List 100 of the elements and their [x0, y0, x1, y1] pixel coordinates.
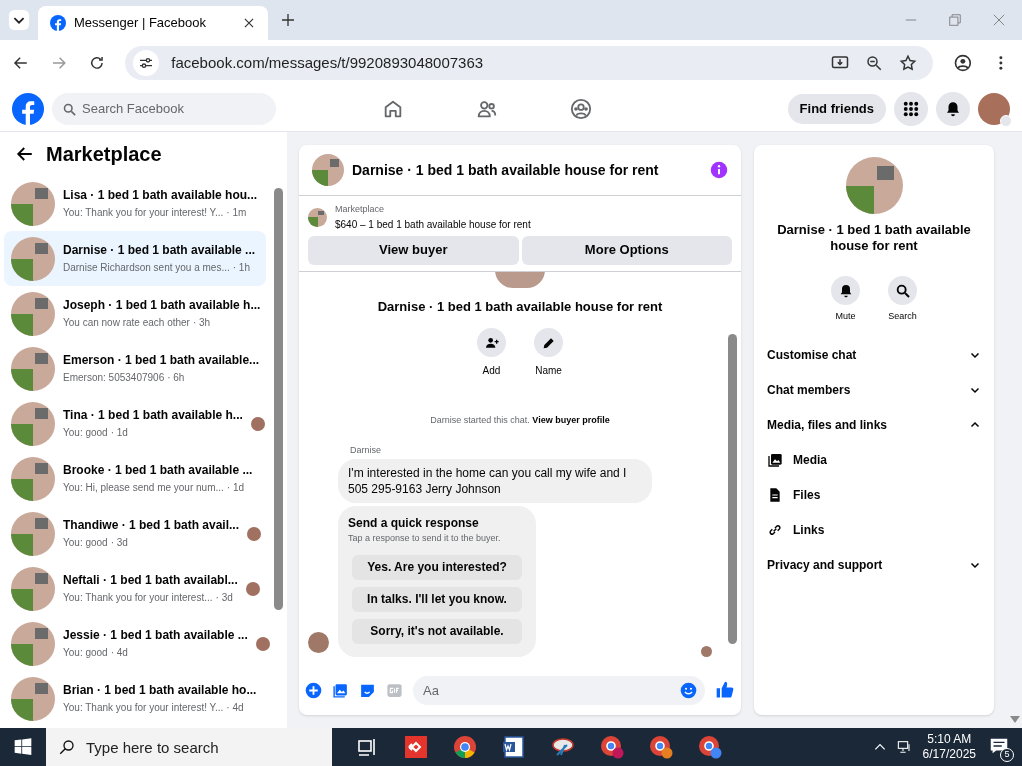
house-photo — [11, 621, 55, 666]
conversation-item[interactable]: Thandiwe · 1 bed 1 bath avail... You: good · 3d — [4, 506, 266, 561]
sidebar-title: Marketplace — [46, 142, 162, 167]
section-item[interactable]: Files — [767, 477, 981, 513]
conversation-item[interactable]: Darnise · 1 bed 1 bath available ... Darnise Richardson sent you a mes... · 1h — [4, 231, 266, 286]
groups-icon[interactable] — [569, 97, 592, 120]
section-header[interactable]: Privacy and support — [767, 547, 981, 583]
back-icon[interactable] — [12, 54, 30, 72]
new-tab-icon[interactable] — [280, 12, 296, 28]
photo-icon[interactable] — [332, 681, 349, 699]
listing-label: Marketplace — [335, 203, 386, 216]
message-time: · 3h — [192, 316, 211, 330]
conversation-item[interactable]: Neftali · 1 bed 1 bath availabl... You: Thank you for your interest... · 3d — [4, 561, 266, 616]
windows-start-icon[interactable] — [13, 737, 33, 757]
info-icon[interactable] — [710, 161, 728, 179]
conversation-item[interactable]: Emerson · 1 bed 1 bath available... Emerson: 5053407906 · 6h — [4, 341, 266, 396]
house-photo — [11, 676, 55, 721]
action-label: Name — [535, 364, 562, 378]
taskbar-search-field[interactable]: Type here to search — [46, 728, 332, 766]
quick-response-button[interactable]: In talks. I'll let you know. — [352, 586, 522, 612]
chat-scrollbar[interactable] — [728, 333, 737, 644]
find-friends-button[interactable]: Find friends — [787, 93, 886, 124]
message-time: · 3d — [110, 536, 128, 550]
chrome-profile-icon[interactable] — [599, 735, 624, 759]
message-preview: You: Thank you for your interest! Y... — [63, 701, 224, 715]
message-time: · 4d — [226, 701, 244, 715]
listing-photo — [308, 207, 327, 227]
conversation-item[interactable]: Joseph · 1 bed 1 bath available h... You can now rate each other · 3h — [4, 286, 266, 341]
scroll-down-icon[interactable] — [1010, 716, 1020, 724]
action-button[interactable]: View buyer — [308, 235, 519, 265]
chrome-profile-icon[interactable] — [697, 735, 722, 759]
address-bar[interactable]: facebook.com/messages/t/9920893048007363 — [125, 46, 933, 80]
conversation-item[interactable]: Jessie · 1 bed 1 bath available ... You: good · 4d — [4, 616, 266, 671]
seen-avatar — [701, 646, 712, 657]
quick-response-button[interactable]: Sorry, it's not available. — [352, 618, 522, 644]
section-header[interactable]: Chat members — [767, 372, 981, 408]
edit-name-button[interactable] — [534, 328, 563, 357]
message-preview: You: good — [63, 536, 108, 550]
network-icon[interactable] — [896, 739, 913, 755]
search-icon — [62, 101, 77, 117]
facebook-logo-icon[interactable] — [12, 92, 44, 125]
search-field[interactable]: Search Facebook — [52, 92, 276, 125]
conversation-item[interactable]: Tina · 1 bed 1 bath available h... You: good · 1d — [4, 396, 266, 451]
search-button[interactable] — [888, 276, 917, 305]
section-header[interactable]: Customise chat — [767, 337, 981, 373]
conversation-name: Brian · 1 bed 1 bath available ho... — [63, 682, 258, 698]
message-time: · 6h — [167, 371, 185, 385]
conversation-name: Thandiwe · 1 bed 1 bath avail... — [63, 517, 240, 533]
message-preview: You can now rate each other — [63, 316, 190, 330]
plus-circle-icon[interactable] — [305, 681, 322, 699]
menu-grid-icon[interactable] — [894, 91, 928, 126]
section-header[interactable]: Media, files and links — [767, 407, 981, 443]
house-photo — [11, 291, 55, 336]
section-item[interactable]: Media — [767, 442, 981, 478]
conversation-item[interactable]: Brooke · 1 bed 1 bath available ... You: Hi, please send me your num... · 1d — [4, 451, 266, 506]
conversation-name: Joseph · 1 bed 1 bath available h... — [63, 297, 261, 313]
search-icon — [894, 282, 911, 299]
message-time: · 4d — [110, 646, 128, 660]
account-avatar[interactable] — [978, 92, 1010, 125]
conversation-name: Lisa · 1 bed 1 bath available hou... — [63, 187, 259, 203]
profile-photo — [845, 157, 903, 214]
emoji-icon[interactable] — [680, 681, 697, 699]
profile-icon[interactable] — [952, 53, 973, 73]
conversation-name: Brooke · 1 bed 1 bath available ... — [63, 462, 254, 478]
add-person-button[interactable] — [477, 328, 506, 357]
action-button[interactable]: More Options — [521, 235, 732, 265]
back-arrow-icon[interactable] — [16, 145, 34, 163]
action-label: Add — [482, 364, 501, 378]
remote-desktop-icon[interactable] — [403, 735, 428, 759]
quick-response-button[interactable]: Yes. Are you interested? — [352, 554, 522, 580]
message-preview: You: good — [63, 426, 108, 440]
chat-avatar — [312, 154, 344, 186]
conversation-item[interactable]: Lisa · 1 bed 1 bath available hou... You: Thank you for your interest! Y... · 1m — [4, 176, 266, 231]
scrollbar[interactable] — [274, 188, 283, 610]
bookmark-star-icon[interactable] — [898, 54, 917, 72]
close-icon[interactable] — [242, 16, 256, 30]
conversation-item[interactable]: Brian · 1 bed 1 bath available ho... You: Thank you for your interest! Y... · 4d — [4, 671, 266, 726]
notifications-icon[interactable] — [936, 91, 970, 126]
message-preview: You: good — [63, 646, 108, 660]
site-settings-icon[interactable] — [138, 55, 155, 71]
browser-tab[interactable]: Messenger | Facebook — [38, 6, 268, 40]
word-icon[interactable] — [501, 735, 526, 759]
section-item[interactable]: Links — [767, 512, 981, 548]
chrome-profile-icon[interactable] — [648, 735, 673, 759]
conversation-name: Emerson · 1 bed 1 bath available... — [63, 352, 260, 368]
house-photo — [11, 181, 55, 226]
house-photo — [11, 401, 55, 446]
action-label: Search — [888, 310, 917, 323]
message-field[interactable]: Aa — [413, 675, 705, 705]
chrome-icon[interactable] — [452, 735, 477, 759]
zoom-icon[interactable] — [864, 54, 883, 72]
clock[interactable]: 5:10 AM 6/17/2025 — [922, 732, 976, 762]
view-buyer-profile-link[interactable]: View buyer profile — [532, 415, 610, 425]
thumbs-up-icon[interactable] — [715, 680, 735, 700]
mute-button[interactable] — [831, 276, 860, 305]
message-time: · 1h — [232, 261, 250, 275]
tab-list-icon[interactable] — [8, 9, 30, 31]
house-photo — [11, 566, 55, 611]
message-preview: Emerson: 5053407906 — [63, 371, 165, 385]
chat-title: Darnise · 1 bed 1 bath available house for rent — [352, 160, 660, 180]
